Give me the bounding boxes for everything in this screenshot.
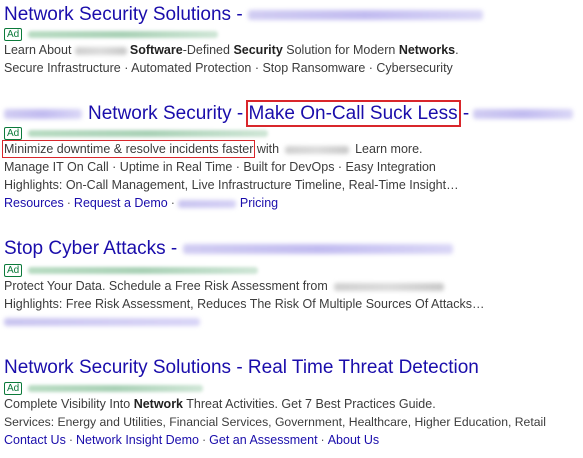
ad4-desc-p3: Threat Activities. Get 7 Best Practices … — [183, 397, 436, 411]
ad2-desc-with: with — [253, 142, 280, 156]
ad4-title[interactable]: Network Security Solutions - Real Time T… — [4, 357, 479, 379]
ad3-title[interactable]: Stop Cyber Attacks - — [4, 238, 454, 260]
ad1-title[interactable]: Network Security Solutions - — [4, 4, 483, 26]
ad2-title-highlight[interactable]: Make On-Call Suck Less — [245, 100, 461, 127]
ad2-description: Minimize downtime & resolve incidents fa… — [1, 140, 423, 158]
ad2-link-pricing[interactable]: Pricing — [240, 196, 278, 210]
ad2-desc-highlight: Minimize downtime & resolve incidents fa… — [1, 140, 256, 158]
ad4-link-insight-demo[interactable]: Network Insight Demo — [76, 433, 199, 447]
ad1-desc-p5: Solution for Modern — [282, 43, 399, 57]
ad3-title-redacted — [183, 243, 454, 254]
ad4-description: Complete Visibility Into Network Threat … — [4, 396, 436, 412]
ad3-line2: Highlights: Free Risk Assessment, Reduce… — [4, 297, 485, 311]
ad4-link-about[interactable]: About Us — [328, 433, 379, 447]
ad2-link-resources[interactable]: Resources — [4, 196, 64, 210]
ad2-title[interactable]: Network Security - Make On-Call Suck Les… — [4, 100, 574, 127]
ad1-description: Learn About Software-Defined Security So… — [4, 42, 459, 58]
ad3-ad-row: Ad — [4, 262, 259, 278]
ad4-sitelinks: Contact Us · Network Insight Demo · Get an A… — [4, 433, 380, 447]
ad2-title-redacted — [4, 108, 82, 119]
ad1-ad-row: Ad — [4, 26, 219, 42]
ad3-title-sep: - — [165, 238, 178, 259]
ad1-title-sep: - — [231, 4, 248, 25]
ad2-title-redacted-2 — [473, 108, 574, 119]
ad3-display-url[interactable] — [28, 267, 259, 275]
ad2-title-after: - — [457, 103, 470, 124]
ad2-sitelinks: Resources · Request a Demo · Pricing — [4, 196, 279, 210]
ad1-desc-redacted — [74, 46, 127, 55]
ad1-desc-p4: Security — [233, 43, 283, 57]
ad1-display-url[interactable] — [28, 31, 219, 39]
ad3-desc-redacted — [333, 282, 444, 291]
ad1-ad-badge: Ad — [4, 28, 23, 42]
ad4-desc-p1: Complete Visibility Into — [4, 397, 134, 411]
ad3-sitelinks-redacted[interactable] — [4, 318, 200, 326]
ad4-line2: Services: Energy and Utilities, Financia… — [4, 415, 546, 429]
ad2-link-request-demo[interactable]: Request a Demo — [74, 196, 168, 210]
ad2-desc-redacted — [285, 145, 350, 154]
ad4-ad-badge: Ad — [4, 382, 23, 396]
ad2-line2: Manage IT On Call · Uptime in Real Time … — [4, 160, 436, 174]
ad4-desc-p2: Network — [133, 397, 184, 411]
ad1-desc-p2: Software — [129, 43, 183, 57]
ad2-ad-row: Ad — [4, 125, 269, 141]
ad2-line3: Highlights: On-Call Management, Live Inf… — [4, 178, 459, 192]
ad1-desc-p6: Networks — [398, 43, 456, 57]
ad2-display-url[interactable] — [28, 130, 269, 138]
ad1-title-main[interactable]: Network Security Solutions — [4, 4, 231, 25]
ad2-title-main[interactable]: Network Security — [88, 103, 232, 124]
ad2-title-sep: - — [231, 103, 249, 124]
ad3-ad-badge: Ad — [4, 264, 23, 278]
ad1-title-redacted — [247, 9, 483, 20]
ad2-desc-more: Learn more. — [355, 142, 423, 156]
ad1-line2: Secure Infrastructure · Automated Protec… — [4, 61, 453, 75]
ad4-ad-row: Ad — [4, 380, 204, 396]
ad2-ad-badge: Ad — [4, 127, 23, 141]
ad3-description: Protect Your Data. Schedule a Free Risk … — [4, 278, 444, 294]
ad3-title-main[interactable]: Stop Cyber Attacks — [4, 238, 166, 259]
ad4-link-assessment[interactable]: Get an Assessment — [209, 433, 317, 447]
ad1-desc-p3: -Defined — [182, 43, 234, 57]
ad4-title-main[interactable]: Network Security Solutions - Real Time T… — [4, 357, 479, 378]
ad1-desc-p7: . — [455, 43, 459, 57]
ad2-link-redacted — [177, 199, 236, 208]
ad4-link-contact[interactable]: Contact Us — [4, 433, 66, 447]
ad4-display-url[interactable] — [28, 385, 204, 393]
ad3-desc-p1: Protect Your Data. Schedule a Free Risk … — [4, 279, 328, 293]
ad1-desc-p1: Learn About — [4, 43, 75, 57]
